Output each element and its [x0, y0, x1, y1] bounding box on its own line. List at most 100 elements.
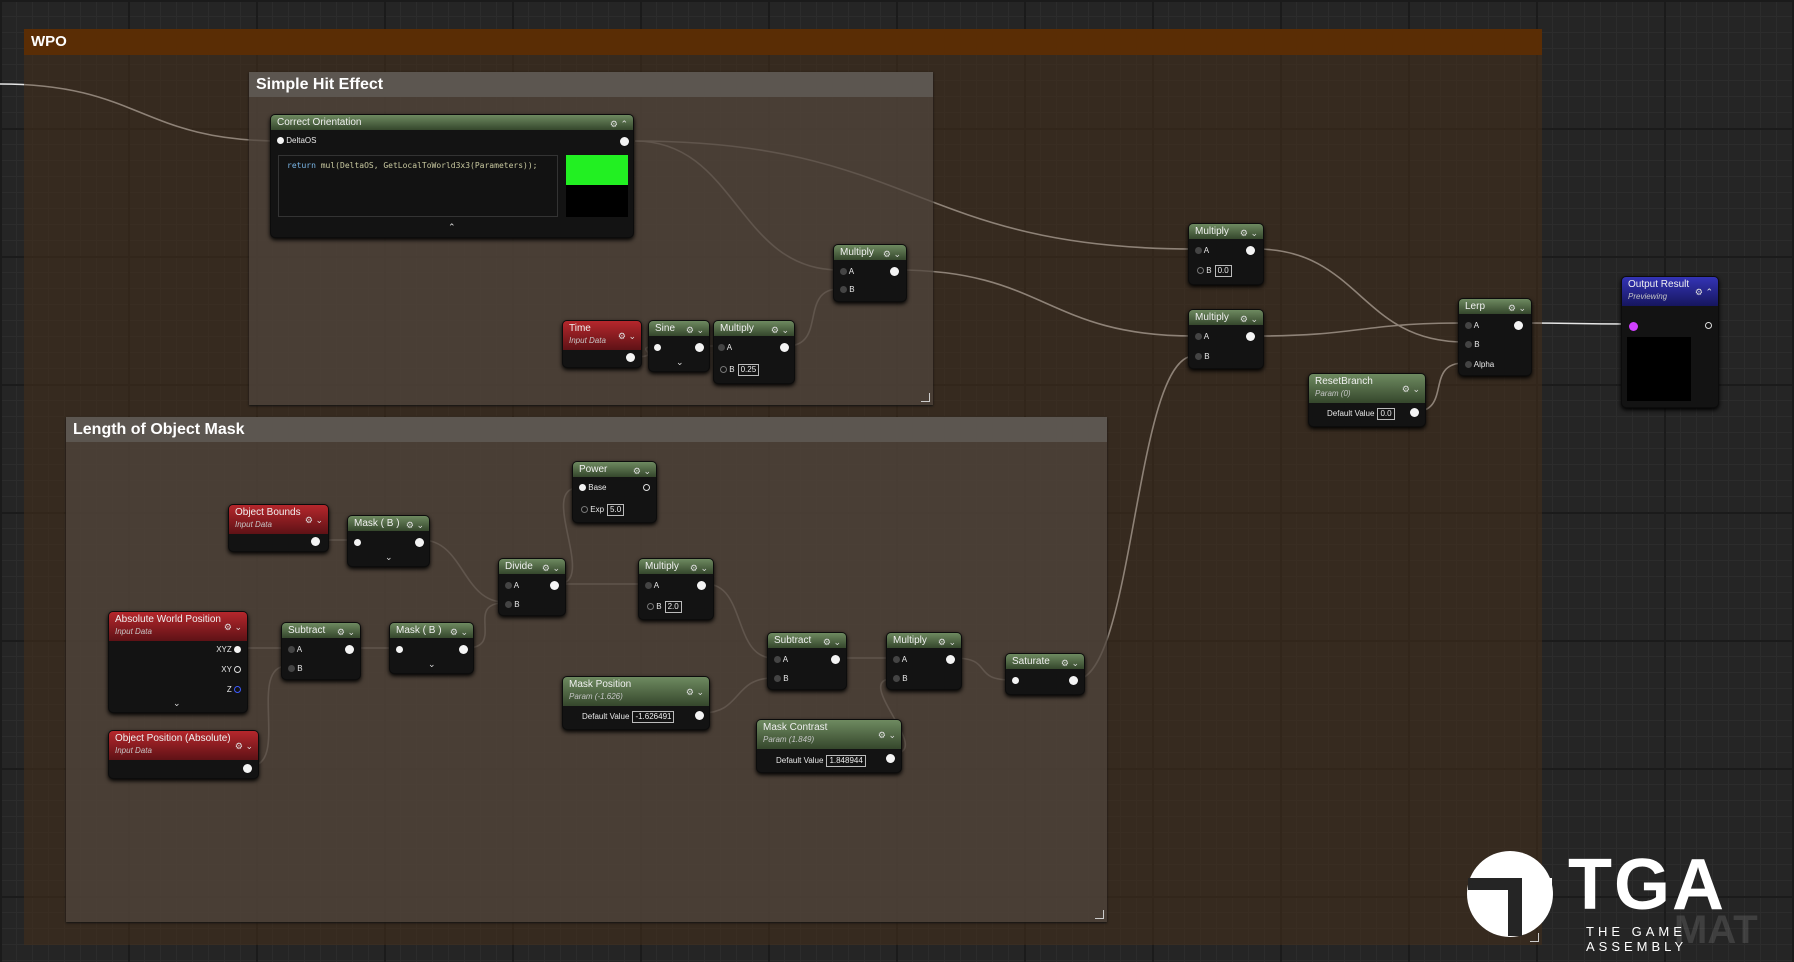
node-multiply-mask[interactable]: Multiply ⚙ ⌄ A B 2.0: [638, 558, 714, 620]
node-header[interactable]: Absolute World Position Input Data ⚙ ⌄: [109, 612, 247, 641]
node-header[interactable]: Multiply ⚙ ⌄: [887, 633, 961, 648]
pin-input[interactable]: [1012, 676, 1019, 686]
node-header[interactable]: Multiply ⚙ ⌄: [639, 559, 713, 574]
pin-input[interactable]: [1629, 322, 1638, 331]
node-header[interactable]: Mask Position Param (-1.626) ⚙ ⌄: [563, 677, 709, 706]
pin-xy[interactable]: XY: [221, 665, 241, 675]
node-header[interactable]: Multiply ⚙ ⌄: [1189, 224, 1263, 239]
code-editor[interactable]: return mul(DeltaOS, GetLocalToWorld3x3(P…: [278, 155, 558, 217]
pin-output[interactable]: [886, 754, 895, 763]
expand-chevron-icon[interactable]: ⌄: [676, 357, 684, 368]
node-object-position[interactable]: Object Position (Absolute) Input Data ⚙ ⌄: [108, 730, 259, 779]
pin-input[interactable]: [654, 343, 661, 353]
pin-b[interactable]: B: [893, 674, 908, 684]
node-divide[interactable]: Divide ⚙ ⌄ A B: [498, 558, 566, 616]
node-object-bounds[interactable]: Object Bounds Input Data ⚙ ⌄: [228, 504, 329, 552]
pin-b[interactable]: B: [505, 600, 520, 610]
default-value-field[interactable]: Default Value -1.626491: [582, 711, 675, 723]
pin-b[interactable]: B 0.0: [1197, 265, 1232, 277]
pin-output[interactable]: [1705, 321, 1712, 331]
pin-output[interactable]: [1410, 408, 1419, 417]
pin-a[interactable]: A: [505, 581, 519, 591]
pin-xyz[interactable]: XYZ: [216, 645, 241, 655]
pin-a[interactable]: A: [840, 267, 854, 277]
pin-output[interactable]: [1246, 332, 1255, 341]
node-mask-position[interactable]: Mask Position Param (-1.626) ⚙ ⌄ Default V…: [562, 676, 710, 730]
node-header[interactable]: Subtract ⚙ ⌄: [768, 633, 846, 648]
pin-exp[interactable]: Exp 5.0: [581, 504, 625, 516]
pin-b[interactable]: B 2.0: [647, 601, 682, 613]
pin-b[interactable]: B 0.25: [720, 364, 760, 376]
pin-b[interactable]: B: [1465, 340, 1480, 350]
node-header[interactable]: Correct Orientation ⚙ ⌃: [271, 115, 633, 130]
pin-a[interactable]: A: [774, 655, 788, 665]
node-subtract[interactable]: Subtract ⚙ ⌄ A B: [281, 622, 361, 680]
node-header[interactable]: Multiply ⚙ ⌄: [1189, 310, 1263, 325]
node-header[interactable]: Object Position (Absolute) Input Data ⚙ ⌄: [109, 731, 258, 760]
pin-alpha[interactable]: Alpha: [1465, 360, 1494, 370]
pin-output[interactable]: [1514, 321, 1523, 330]
node-multiply-sine[interactable]: Multiply ⚙ ⌄ A B 0.25: [713, 320, 795, 384]
pin-a[interactable]: A: [288, 645, 302, 655]
node-saturate[interactable]: Saturate ⚙ ⌄: [1005, 653, 1085, 695]
pin-output[interactable]: [831, 655, 840, 664]
node-header[interactable]: Sine ⚙ ⌄: [649, 321, 709, 336]
pin-output[interactable]: [946, 655, 955, 664]
node-multiply-top[interactable]: Multiply ⚙ ⌄ A B 0.0: [1188, 223, 1264, 285]
node-lerp[interactable]: Lerp ⚙ ⌄ A B Alpha: [1458, 298, 1532, 376]
pin-b[interactable]: B: [288, 664, 303, 674]
node-header[interactable]: Lerp ⚙ ⌄: [1459, 299, 1531, 314]
node-options-icon[interactable]: ⚙ ⌃: [610, 117, 628, 132]
node-header[interactable]: Output Result Previewing ⚙ ⌃: [1622, 277, 1718, 306]
pin-b[interactable]: B: [1195, 352, 1210, 362]
pin-output[interactable]: [695, 343, 704, 352]
node-multiply-contrast[interactable]: Multiply ⚙ ⌄ A B: [886, 632, 962, 690]
pin-output[interactable]: [697, 581, 706, 590]
pin-b[interactable]: B: [840, 285, 855, 295]
node-reset-branch[interactable]: ResetBranch Param (0) ⚙ ⌄ Default Value 0.0: [1308, 373, 1426, 427]
node-header[interactable]: Time Input Data ⚙ ⌄: [563, 321, 641, 350]
pin-a[interactable]: A: [718, 343, 732, 353]
node-multiply[interactable]: Multiply ⚙ ⌄ A B: [833, 244, 907, 302]
node-header[interactable]: Object Bounds Input Data ⚙ ⌄: [229, 505, 328, 534]
pin-output[interactable]: [1246, 246, 1255, 255]
pin-output[interactable]: [311, 537, 320, 546]
resize-handle[interactable]: [921, 393, 930, 402]
collapse-chevron-icon[interactable]: ⌃: [448, 222, 456, 233]
default-value-field[interactable]: Default Value 1.848944: [776, 755, 866, 767]
pin-b[interactable]: B: [774, 674, 789, 684]
node-header[interactable]: Subtract ⚙ ⌄: [282, 623, 360, 638]
node-header[interactable]: Mask ( B ) ⚙ ⌄: [348, 516, 429, 531]
pin-a[interactable]: A: [893, 655, 907, 665]
resize-handle[interactable]: [1095, 910, 1104, 919]
default-value-field[interactable]: Default Value 0.0: [1327, 408, 1395, 420]
pin-base[interactable]: Base: [579, 483, 606, 493]
pin-output[interactable]: [459, 645, 468, 654]
pin-output[interactable]: [695, 711, 704, 720]
expand-chevron-icon[interactable]: ⌄: [385, 552, 393, 563]
node-multiply-mid[interactable]: Multiply ⚙ ⌄ A B: [1188, 309, 1264, 369]
pin-output[interactable]: [890, 267, 899, 276]
node-mask-b-top[interactable]: Mask ( B ) ⚙ ⌄ ⌄: [347, 515, 430, 567]
pin-a[interactable]: A: [1465, 321, 1479, 331]
node-header[interactable]: Power ⚙ ⌄: [573, 462, 656, 477]
node-time[interactable]: Time Input Data ⚙ ⌄: [562, 320, 642, 368]
node-power[interactable]: Power ⚙ ⌄ Base Exp 5.0: [572, 461, 657, 523]
node-mask-contrast[interactable]: Mask Contrast Param (1.849) ⚙ ⌄ Default Va…: [756, 719, 902, 773]
node-subtract-2[interactable]: Subtract ⚙ ⌄ A B: [767, 632, 847, 690]
pin-output[interactable]: [550, 581, 559, 590]
node-header[interactable]: Mask Contrast Param (1.849) ⚙ ⌄: [757, 720, 901, 749]
node-header[interactable]: Mask ( B ) ⚙ ⌄: [390, 623, 473, 638]
pin-output[interactable]: [243, 764, 252, 773]
pin-input[interactable]: [354, 538, 361, 548]
pin-output[interactable]: [626, 353, 635, 362]
node-header[interactable]: Multiply ⚙ ⌄: [834, 245, 906, 260]
pin-deltaos[interactable]: DeltaOS: [277, 136, 316, 146]
node-correct-orientation[interactable]: Correct Orientation ⚙ ⌃ DeltaOS return mu…: [270, 114, 634, 238]
node-header[interactable]: Divide ⚙ ⌄: [499, 559, 565, 574]
node-output-result[interactable]: Output Result Previewing ⚙ ⌃: [1621, 276, 1719, 408]
node-mask-b-bottom[interactable]: Mask ( B ) ⚙ ⌄ ⌄: [389, 622, 474, 674]
node-header[interactable]: Saturate ⚙ ⌄: [1006, 654, 1084, 669]
pin-output[interactable]: [643, 483, 650, 493]
pin-a[interactable]: A: [1195, 246, 1209, 256]
